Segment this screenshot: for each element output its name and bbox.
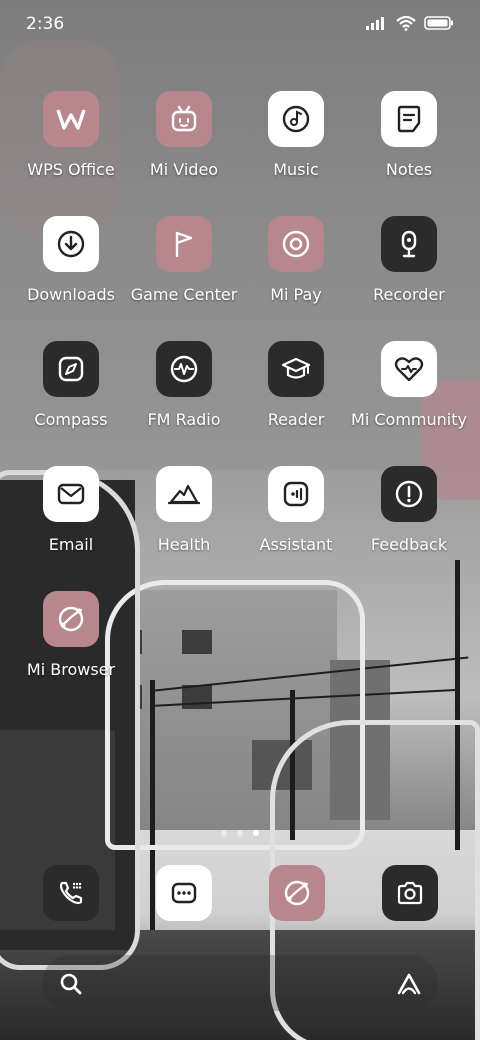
app-label: Mi Community bbox=[351, 410, 467, 429]
feedback-icon bbox=[381, 466, 437, 522]
dock-phone[interactable] bbox=[43, 865, 99, 921]
reader-icon bbox=[268, 341, 324, 397]
page-indicator[interactable] bbox=[0, 830, 480, 836]
notes-icon bbox=[381, 91, 437, 147]
app-health[interactable]: Health bbox=[124, 466, 244, 576]
app-mi-browser[interactable]: Mi Browser bbox=[11, 591, 131, 701]
dock-camera[interactable] bbox=[382, 865, 438, 921]
assistant-button[interactable] bbox=[394, 969, 424, 999]
health-icon bbox=[156, 466, 212, 522]
page-dot[interactable] bbox=[221, 830, 227, 836]
app-reader[interactable]: Reader bbox=[236, 341, 356, 451]
app-email[interactable]: Email bbox=[11, 466, 131, 576]
app-label: Recorder bbox=[373, 285, 445, 304]
page-dot[interactable] bbox=[237, 830, 243, 836]
app-label: Feedback bbox=[370, 535, 448, 554]
app-mi-pay[interactable]: Mi Pay bbox=[236, 216, 356, 326]
app-label: Mi Browser bbox=[26, 660, 116, 679]
downloads-icon bbox=[43, 216, 99, 272]
mi-community-icon bbox=[381, 341, 437, 397]
app-mi-community[interactable]: Mi Community bbox=[349, 341, 469, 451]
signal-icon bbox=[366, 17, 384, 30]
mi-pay-icon bbox=[268, 216, 324, 272]
battery-icon bbox=[424, 16, 453, 30]
search-icon bbox=[60, 973, 82, 995]
mi-video-icon bbox=[156, 91, 212, 147]
app-compass[interactable]: Compass bbox=[11, 341, 131, 451]
app-wps-office[interactable]: WPS Office bbox=[11, 91, 131, 201]
music-icon bbox=[268, 91, 324, 147]
status-time: 2:36 bbox=[26, 14, 65, 34]
browser-icon bbox=[284, 880, 310, 906]
messaging-icon bbox=[171, 882, 197, 904]
camera-icon bbox=[397, 881, 423, 905]
app-assistant[interactable]: Assistant bbox=[236, 466, 356, 576]
phone-icon bbox=[59, 881, 83, 905]
app-recorder[interactable]: Recorder bbox=[349, 216, 469, 326]
app-mi-video[interactable]: Mi Video bbox=[124, 91, 244, 201]
app-fm-radio[interactable]: FM Radio bbox=[124, 341, 244, 451]
compass-icon bbox=[43, 341, 99, 397]
assistant-icon bbox=[268, 466, 324, 522]
wifi-icon bbox=[396, 15, 416, 31]
assistant-logo-icon bbox=[397, 973, 421, 995]
app-feedback[interactable]: Feedback bbox=[349, 466, 469, 576]
wps-office-icon bbox=[43, 91, 99, 147]
game-center-icon bbox=[156, 216, 212, 272]
email-icon bbox=[43, 466, 99, 522]
app-notes[interactable]: Notes bbox=[349, 91, 469, 201]
status-icons bbox=[366, 15, 454, 31]
app-game-center[interactable]: Game Center bbox=[124, 216, 244, 326]
page-dot-active[interactable] bbox=[253, 830, 259, 836]
status-bar: 2:36 bbox=[0, 0, 480, 50]
recorder-icon bbox=[381, 216, 437, 272]
dock-browser[interactable] bbox=[269, 865, 325, 921]
search-bar[interactable] bbox=[42, 955, 438, 1011]
app-music[interactable]: Music bbox=[236, 91, 356, 201]
mi-browser-icon bbox=[43, 591, 99, 647]
dock-messaging[interactable] bbox=[156, 865, 212, 921]
search-button[interactable] bbox=[56, 969, 86, 999]
app-downloads[interactable]: Downloads bbox=[11, 216, 131, 326]
app-label: Notes bbox=[385, 160, 433, 179]
fm-radio-icon bbox=[156, 341, 212, 397]
